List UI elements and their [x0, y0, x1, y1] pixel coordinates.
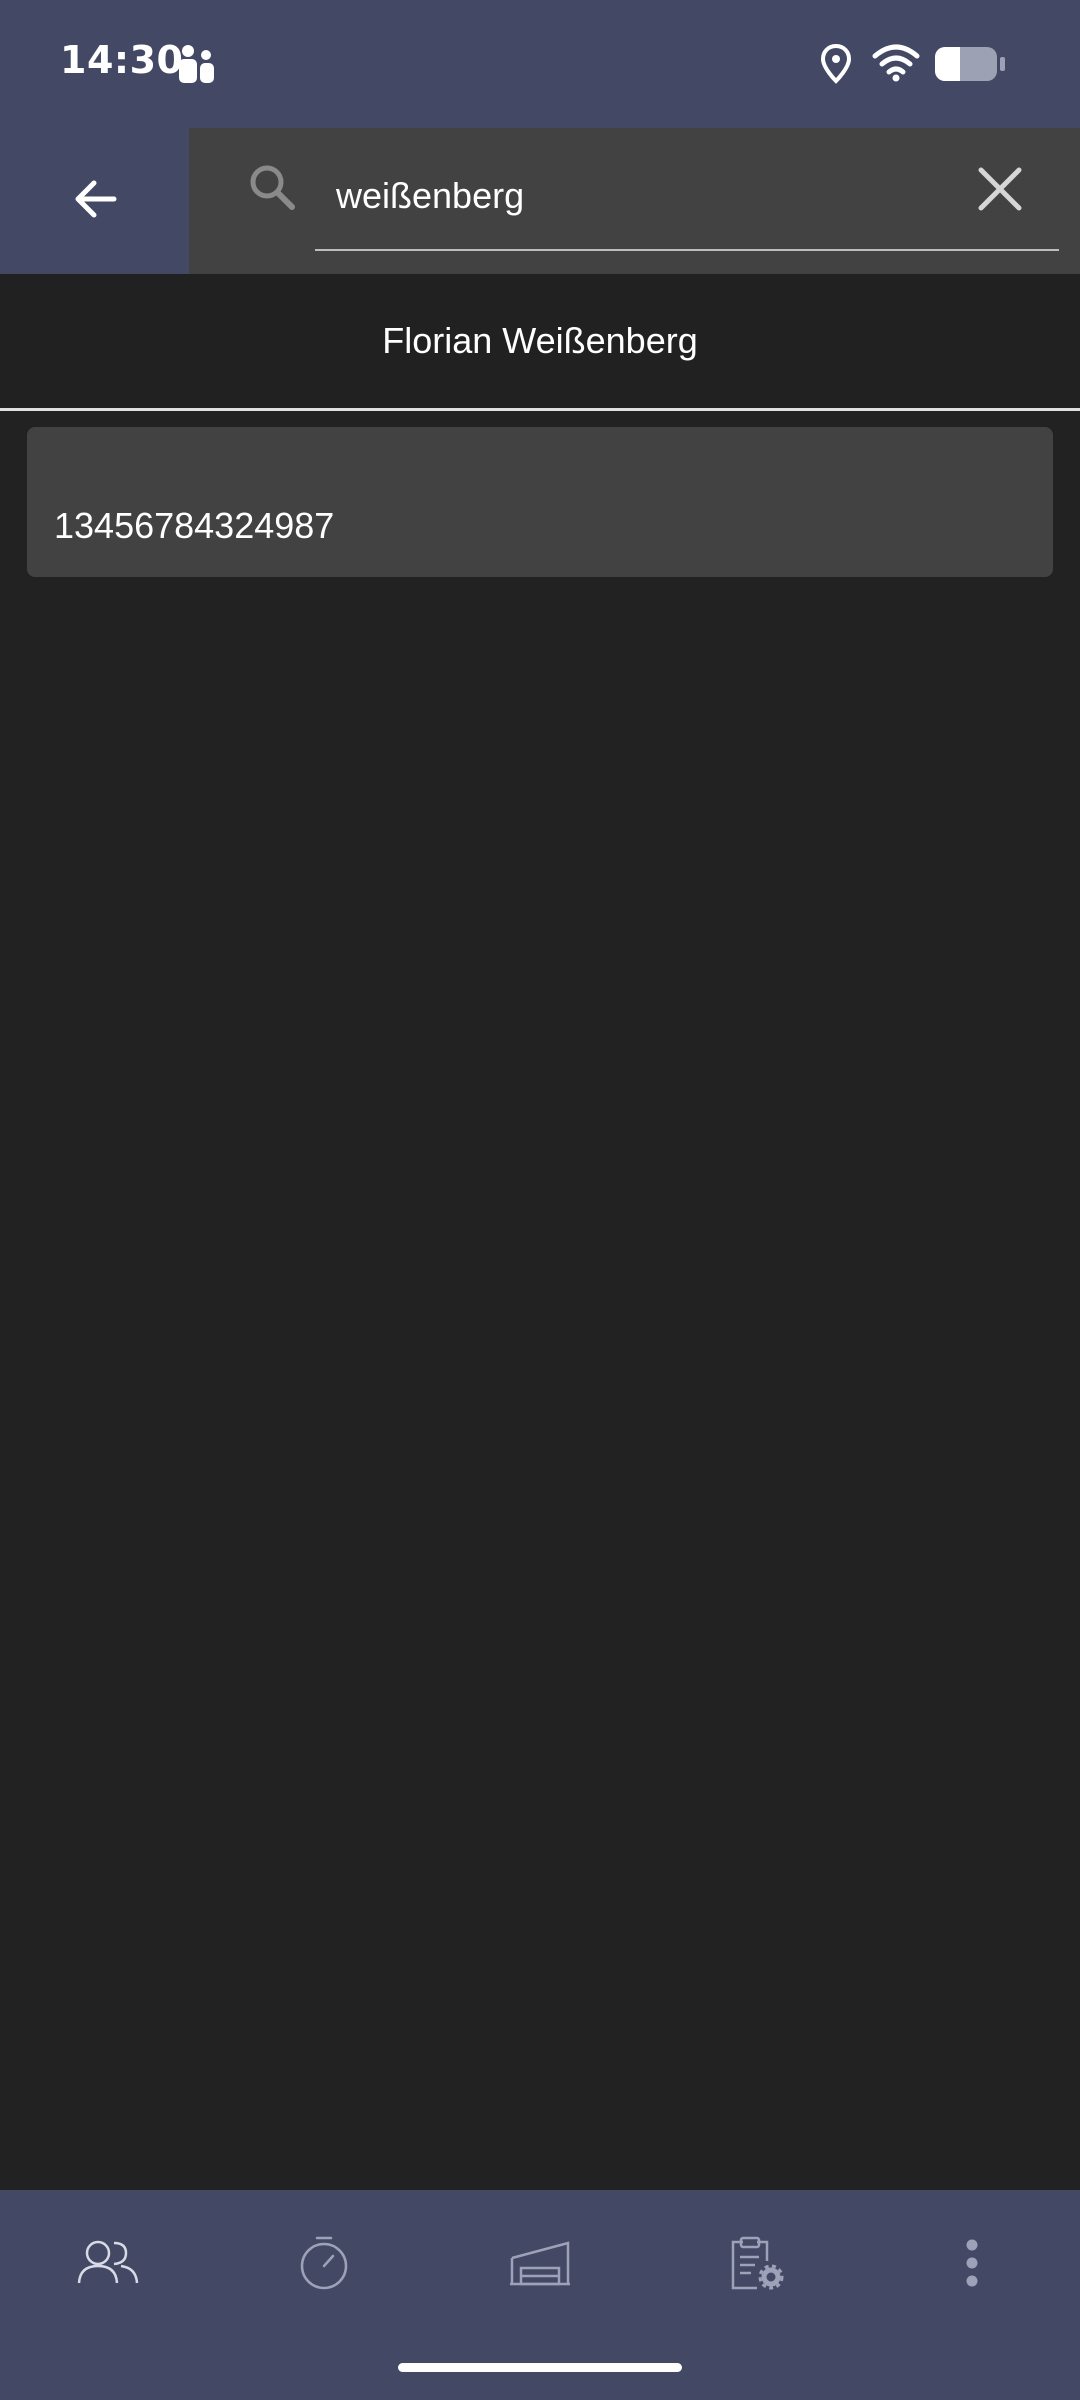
search-box	[189, 128, 1080, 274]
nav-contacts[interactable]	[0, 2190, 216, 2340]
more-vert-icon	[964, 2238, 980, 2293]
home-indicator[interactable]	[398, 2363, 682, 2372]
battery-icon	[934, 46, 1006, 87]
phone-number: 13456784324987	[54, 505, 335, 546]
search-input[interactable]	[336, 164, 936, 228]
nav-timer[interactable]	[216, 2190, 432, 2340]
search-icon	[247, 162, 297, 217]
search-toolbar	[0, 128, 1080, 274]
status-bar: 14:30	[0, 0, 1080, 128]
contact-name: Florian Weißenberg	[382, 320, 698, 361]
arrow-left-icon	[70, 174, 120, 229]
contact-name-header: Florian Weißenberg	[0, 274, 1080, 408]
status-time: 14:30	[60, 38, 184, 82]
garage-icon	[509, 2240, 571, 2291]
timer-icon	[298, 2235, 350, 2296]
location-icon	[820, 43, 852, 89]
nav-more[interactable]	[864, 2190, 1080, 2340]
close-icon[interactable]	[975, 164, 1025, 219]
clipboard-settings-icon	[727, 2235, 785, 2296]
list-item[interactable]: 13456784324987	[27, 427, 1053, 577]
wifi-icon	[872, 44, 920, 87]
back-button[interactable]	[0, 128, 189, 274]
contacts-icon	[76, 2238, 140, 2293]
divider	[0, 408, 1080, 411]
search-underline	[315, 249, 1059, 251]
teams-icon	[176, 44, 216, 91]
nav-garage[interactable]	[432, 2190, 648, 2340]
nav-tasks[interactable]	[648, 2190, 864, 2340]
